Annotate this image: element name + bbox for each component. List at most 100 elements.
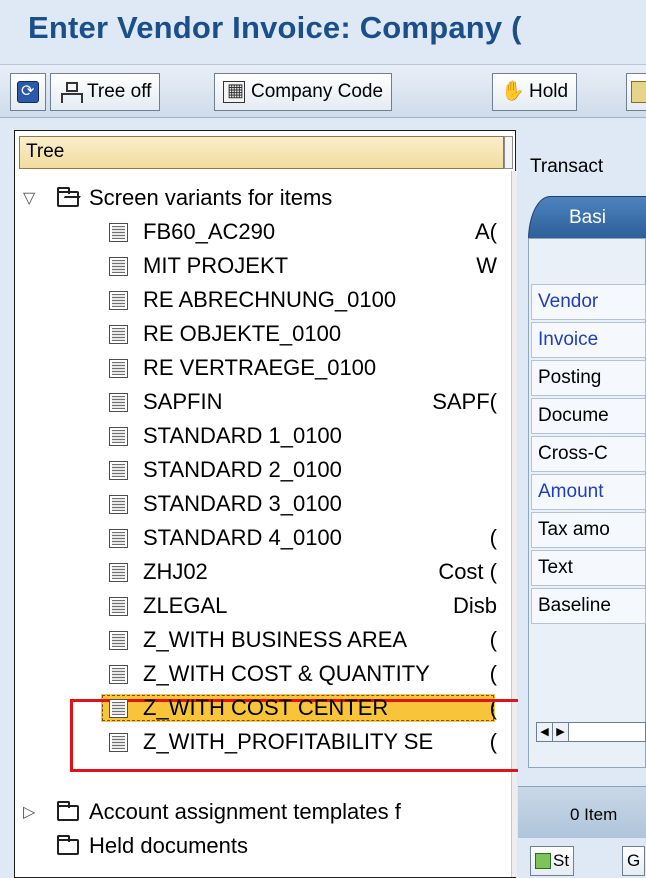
scroll-right-icon[interactable]: ▶: [553, 723, 569, 741]
screen-variant-icon: [109, 631, 128, 650]
variant-name: RE OBJEKTE_0100: [143, 321, 342, 346]
variant-name: RE VERTRAEGE_0100: [143, 355, 377, 380]
g-button[interactable]: G: [622, 846, 646, 876]
window-title: Enter Vendor Invoice: Company (: [28, 10, 522, 45]
hold-label: Hold: [529, 81, 569, 102]
screen-variant-icon: [109, 359, 128, 378]
expand-triangle-icon[interactable]: ▷: [23, 802, 35, 822]
tree-item-screen-variant[interactable]: MIT PROJEKT W: [15, 251, 511, 281]
more-icon: [631, 81, 646, 103]
items-toolbar: St G: [518, 838, 646, 878]
tree-header-resize-handle[interactable]: [504, 136, 513, 169]
variant-name: ZHJ02: [143, 559, 208, 584]
variant-description: Disb: [452, 593, 497, 618]
tree-item-screen-variant[interactable]: RE ABRECHNUNG_0100: [15, 285, 511, 315]
variant-name: SAPFIN: [143, 389, 223, 414]
form-field-label: Posting: [531, 360, 646, 396]
collapse-triangle-icon[interactable]: ▽: [23, 188, 35, 208]
variant-name: Z_WITH BUSINESS AREA: [143, 627, 408, 652]
variant-name: STANDARD 4_0100: [143, 525, 342, 550]
form-field-label: Vendor: [531, 284, 646, 320]
tree-item-screen-variant[interactable]: STANDARD 1_0100: [15, 421, 511, 451]
tree-off-button[interactable]: Tree off: [50, 73, 161, 111]
tree-folder-screen-variants[interactable]: ▽ Screen variants for items: [15, 183, 511, 213]
form-field-label: Text: [531, 550, 646, 586]
refresh-button[interactable]: [10, 73, 46, 111]
status-button-label: St: [553, 851, 570, 870]
tree-item-screen-variant[interactable]: STANDARD 2_0100: [15, 455, 511, 485]
tree-column-divider[interactable]: [511, 171, 517, 877]
variant-description: (: [489, 661, 497, 686]
variant-name: FB60_AC290: [143, 219, 276, 244]
variant-description: (: [489, 525, 497, 550]
form-field-label: Docume: [531, 398, 646, 434]
screen-variant-icon: [109, 325, 128, 344]
folder-label: Account assignment templates f: [89, 799, 401, 824]
company-code-icon: [223, 80, 245, 103]
variant-name: STANDARD 3_0100: [143, 491, 342, 516]
more-toolbar-button[interactable]: [626, 73, 646, 111]
variant-name: RE ABRECHNUNG_0100: [143, 287, 397, 312]
status-button[interactable]: St: [530, 846, 575, 876]
tree-item-screen-variant[interactable]: STANDARD 3_0100: [15, 489, 511, 519]
tab-basic-data[interactable]: Basi: [528, 196, 646, 240]
g-button-label: G: [627, 851, 641, 870]
variant-name: STANDARD 1_0100: [143, 423, 342, 448]
form-field-label: Amount: [531, 474, 646, 510]
tree-item-screen-variant[interactable]: STANDARD 4_0100 (: [15, 523, 511, 553]
variant-name: Z_WITH_PROFITABILITY SE: [143, 729, 434, 754]
variant-description: W: [476, 253, 497, 278]
tree-panel: Tree ▽ Screen variants for items FB60_AC…: [14, 130, 517, 878]
folder-icon: [57, 801, 79, 821]
tree-item-screen-variant[interactable]: Z_WITH BUSINESS AREA (: [15, 625, 511, 655]
variant-description: (: [489, 627, 497, 652]
company-code-button[interactable]: Company Code: [214, 73, 393, 111]
tree-item-screen-variant[interactable]: RE OBJEKTE_0100: [15, 319, 511, 349]
screen-variant-icon: [109, 733, 128, 752]
items-header: 0 Item: [518, 786, 646, 838]
form-field-label: Invoice: [531, 322, 646, 358]
screen-variant-icon: [109, 461, 128, 480]
screen-variant-icon: [109, 597, 128, 616]
application-toolbar: Tree off Company Code Hold: [0, 64, 646, 118]
screen-variant-icon: [109, 223, 128, 242]
screen-variant-icon: [109, 393, 128, 412]
tree-item-screen-variant[interactable]: Z_WITH COST CENTER (: [15, 693, 511, 723]
variant-name: Z_WITH COST & QUANTITY: [143, 661, 430, 686]
tree-column-header[interactable]: Tree: [19, 136, 504, 169]
variant-description: SAPF(: [432, 389, 497, 414]
variant-name: MIT PROJEKT: [143, 253, 289, 278]
variant-description: (: [489, 729, 497, 754]
tree-item-screen-variant[interactable]: Z_WITH COST & QUANTITY (: [15, 659, 511, 689]
variant-description: (: [489, 695, 497, 720]
folder-icon: [57, 835, 79, 855]
variant-description: A(: [475, 219, 497, 244]
tree-folder-held-documents[interactable]: Held documents: [15, 831, 511, 861]
tree-item-screen-variant[interactable]: ZLEGAL Disb: [15, 591, 511, 621]
screen-variant-icon: [109, 291, 128, 310]
tree-item-screen-variant[interactable]: Z_WITH_PROFITABILITY SE (: [15, 727, 511, 757]
folder-label: Held documents: [89, 833, 248, 858]
tree-item-screen-variant[interactable]: RE VERTRAEGE_0100: [15, 353, 511, 383]
tree-item-screen-variant[interactable]: SAPFIN SAPF(: [15, 387, 511, 417]
screen-variant-icon: [109, 665, 128, 684]
horizontal-scrollbar[interactable]: ◀ ▶: [536, 722, 646, 742]
tree-structure-icon: [59, 81, 83, 103]
tree-item-screen-variant[interactable]: ZHJ02 Cost (: [15, 557, 511, 587]
open-folder-icon: [57, 187, 79, 207]
hold-button[interactable]: Hold: [492, 73, 578, 111]
folder-label: Screen variants for items: [89, 185, 333, 210]
screen-variant-icon: [109, 529, 128, 548]
screen-variant-icon: [109, 257, 128, 276]
screen-variant-icon: [109, 699, 128, 718]
refresh-icon: [17, 81, 39, 103]
variant-description: Cost (: [438, 559, 497, 584]
hold-icon: [501, 79, 525, 103]
status-icon: [535, 853, 551, 869]
screen-variant-icon: [109, 427, 128, 446]
form-field-label: Baseline: [531, 588, 646, 624]
tree-folder-account-assignment[interactable]: ▷ Account assignment templates f: [15, 797, 511, 827]
company-code-label: Company Code: [251, 81, 384, 102]
scroll-left-icon[interactable]: ◀: [537, 723, 553, 741]
tree-item-screen-variant[interactable]: FB60_AC290 A(: [15, 217, 511, 247]
